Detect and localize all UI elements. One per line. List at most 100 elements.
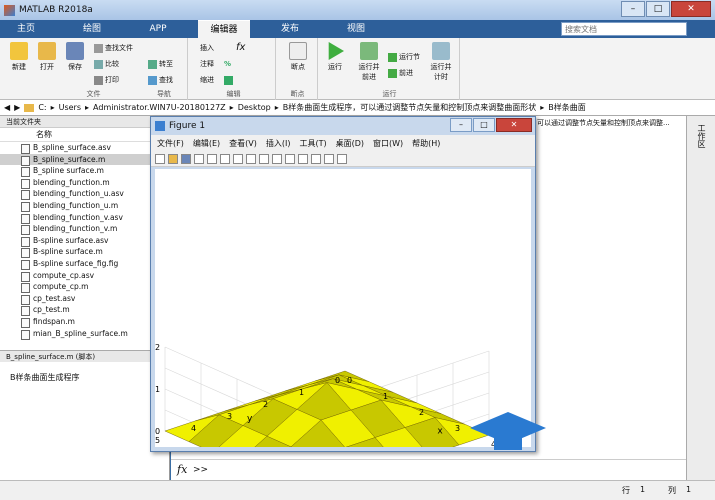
save-button[interactable]: 保存 [62, 42, 88, 72]
zoom-out-icon[interactable] [233, 153, 243, 164]
file-list-item[interactable]: blending_function_u.asv [0, 188, 169, 200]
data-cursor-icon[interactable] [272, 153, 282, 164]
run-group-label: 运行 [382, 90, 397, 98]
file-list-item[interactable]: blending_function.m [0, 177, 169, 189]
maximize-button[interactable]: □ [646, 1, 670, 17]
pan-icon[interactable] [246, 153, 256, 164]
file-list-item[interactable]: blending_function_u.m [0, 200, 169, 212]
new-figure-icon[interactable] [155, 153, 165, 164]
menu-file[interactable]: 文件(F) [157, 138, 184, 149]
tab-editor[interactable]: 编辑器 [198, 20, 250, 38]
menu-window[interactable]: 窗口(W) [373, 138, 403, 149]
editor-tab[interactable]: 可以通过调整节点矢量和控制顶点来调整... [537, 118, 670, 128]
tab-apps[interactable]: APP [132, 20, 184, 38]
menu-tools[interactable]: 工具(T) [299, 138, 326, 149]
save-icon[interactable] [181, 153, 191, 164]
fx-button[interactable]: fx [236, 42, 245, 53]
hide-tools-icon[interactable] [324, 153, 334, 164]
file-list-item[interactable]: B-spline surface_fig.fig [0, 258, 169, 270]
print-icon[interactable] [194, 153, 204, 164]
run-section-label: 运行节 [399, 53, 420, 61]
run-advance-label: 运行并 前进 [358, 63, 380, 81]
pointer-icon[interactable] [207, 153, 217, 164]
compare-button[interactable]: 比较 [94, 59, 119, 69]
window-title: MATLAB R2018a [19, 5, 93, 15]
address-part-1[interactable]: Administrator.WIN7U-20180127Z [93, 103, 226, 112]
advance-button[interactable]: 前进 [388, 68, 413, 78]
file-list-item[interactable]: blending_function_v.m [0, 223, 169, 235]
play-icon [328, 42, 344, 60]
close-button[interactable]: ✕ [671, 1, 711, 17]
file-list-item[interactable]: findspan.m [0, 316, 169, 328]
open-icon[interactable] [168, 153, 178, 164]
find-files-button[interactable]: 查找文件 [94, 43, 133, 53]
figure-menubar: 文件(F) 编辑(E) 查看(V) 插入(I) 工具(T) 桌面(D) 窗口(W… [151, 135, 535, 151]
advance-icon [388, 68, 397, 78]
file-list-item[interactable]: mian_B_spline_surface.m [0, 328, 169, 340]
zoom-in-icon[interactable] [220, 153, 230, 164]
insert-button[interactable]: 插入 [200, 43, 214, 53]
figure-minimize-button[interactable]: – [450, 118, 472, 132]
file-list-item[interactable]: B-spline surface.asv [0, 235, 169, 247]
menu-desktop[interactable]: 桌面(D) [336, 138, 364, 149]
col-value: 1 [686, 485, 692, 494]
indent-button[interactable]: 缩进 [200, 75, 233, 85]
file-list-item[interactable]: cp_test.asv [0, 293, 169, 305]
search-input[interactable] [561, 22, 687, 36]
tab-plots[interactable]: 绘图 [66, 20, 118, 38]
find-button[interactable]: 查找 [148, 75, 173, 85]
command-window[interactable]: fx >> [171, 459, 686, 480]
file-list-item[interactable]: blending_function_v.asv [0, 212, 169, 224]
forward-arrow-icon[interactable]: ▶ [14, 103, 20, 112]
details-text: B样条曲面生成程序 [10, 373, 80, 382]
drive-label[interactable]: C: [38, 103, 46, 112]
address-part-3[interactable]: B样条曲面生成程序，可以通过调整节点矢量和控制顶点来调整曲面形状 [283, 102, 537, 113]
address-part-4[interactable]: B样条曲面 [548, 102, 586, 113]
tab-home[interactable]: 主页 [0, 20, 52, 38]
workspace-label[interactable]: 工作区 [695, 124, 707, 148]
print-button[interactable]: 打印 [94, 75, 119, 85]
breakpoints-button[interactable]: 断点 [285, 42, 311, 72]
file-list-item[interactable]: cp_test.m [0, 304, 169, 316]
rotate-icon[interactable] [259, 153, 269, 164]
open-label: 打开 [40, 63, 54, 71]
new-button[interactable]: 新建 [6, 42, 32, 72]
figure-toolbar [151, 151, 535, 167]
figure-close-button[interactable]: ✕ [496, 118, 532, 132]
current-folder-title: 当前文件夹 [0, 116, 169, 128]
open-button[interactable]: 打开 [34, 42, 60, 72]
minimize-button[interactable]: – [621, 1, 645, 17]
tab-view[interactable]: 视图 [330, 20, 382, 38]
run-time-button[interactable]: 运行并 计时 [426, 42, 456, 82]
find-files-icon [94, 43, 103, 53]
file-list-item[interactable]: B_spline_surface.m [0, 153, 169, 166]
file-list: B_spline_surface.asv B_spline_surface.m B_… [0, 142, 169, 340]
goto-button[interactable]: 转至 [148, 59, 173, 69]
menu-insert[interactable]: 插入(I) [266, 138, 291, 149]
colorbar-icon[interactable] [298, 153, 308, 164]
name-column-header[interactable]: 名称 [0, 128, 169, 142]
run-advance-button[interactable]: 运行并 前进 [354, 42, 384, 82]
brush-icon[interactable] [285, 153, 295, 164]
legend-icon[interactable] [311, 153, 321, 164]
address-part-2[interactable]: Desktop [238, 103, 271, 112]
file-list-item[interactable]: B-spline surface.m [0, 246, 169, 258]
percent-icon: % [224, 60, 232, 68]
address-bar[interactable]: ◀ ▶ C: ▸ Users ▸ Administrator.WIN7U-20180… [0, 100, 715, 116]
file-list-item[interactable]: B_spline_surface.asv [0, 142, 169, 154]
file-list-item[interactable]: compute_cp.asv [0, 270, 169, 282]
file-list-item[interactable]: B_spline surface.m [0, 165, 169, 177]
comment-button[interactable]: 注释% [200, 59, 231, 69]
tab-publish[interactable]: 发布 [264, 20, 316, 38]
matlab-logo-icon [4, 4, 15, 16]
back-arrow-icon[interactable]: ◀ [4, 103, 10, 112]
figure-maximize-button[interactable]: □ [473, 118, 495, 132]
dock-icon[interactable] [337, 153, 347, 164]
menu-view[interactable]: 查看(V) [229, 138, 257, 149]
run-button[interactable]: 运行 [322, 42, 348, 72]
address-part-0[interactable]: Users [59, 103, 81, 112]
menu-edit[interactable]: 编辑(E) [193, 138, 220, 149]
file-list-item[interactable]: compute_cp.m [0, 281, 169, 293]
menu-help[interactable]: 帮助(H) [412, 138, 440, 149]
run-section-button[interactable]: 运行节 [388, 52, 420, 62]
